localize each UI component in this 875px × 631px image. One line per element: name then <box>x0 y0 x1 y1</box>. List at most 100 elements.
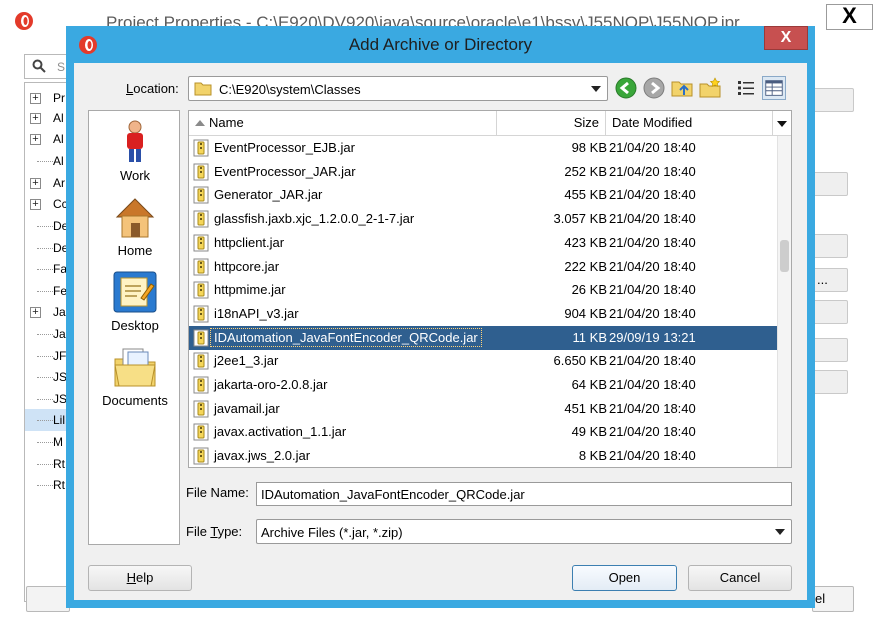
file-row[interactable]: javax.jws_2.0.jar 8 KB 21/04/20 18:40 <box>189 444 777 467</box>
expand-icon[interactable]: + <box>30 199 41 210</box>
tree-item[interactable]: JS <box>25 388 67 410</box>
jar-file-icon <box>193 139 209 157</box>
column-header-size[interactable]: Size <box>497 111 606 136</box>
place-label: Work <box>119 168 151 183</box>
expand-icon[interactable]: + <box>30 307 41 318</box>
file-rows: EventProcessor_EJB.jar 98 KB 21/04/20 18:4… <box>189 136 777 467</box>
dialog-body: Location: C:\E920\system\Classes Work Ho… <box>74 63 807 600</box>
jar-file-icon <box>193 210 209 228</box>
jar-file-icon <box>193 423 209 441</box>
file-name: httpmime.jar <box>214 282 286 298</box>
file-name: javax.activation_1.1.jar <box>214 424 347 440</box>
file-name-input[interactable] <box>256 482 792 506</box>
file-name: i18nAPI_v3.jar <box>214 305 299 321</box>
expand-icon[interactable]: + <box>30 113 41 124</box>
file-size: 455 KB <box>564 187 607 203</box>
new-folder-icon[interactable] <box>698 76 722 100</box>
jar-file-icon <box>193 447 209 465</box>
file-date: 21/04/20 18:40 <box>609 211 696 227</box>
tree-item[interactable]: De <box>25 215 67 237</box>
file-date: 21/04/20 18:40 <box>609 258 696 274</box>
up-folder-icon[interactable] <box>670 76 694 100</box>
tree-item[interactable]: Fa <box>25 258 67 280</box>
bg-category-tree[interactable]: + Pr + Al + Al Al + Ar + Cc De De Fa Fe + Ja J… <box>24 82 68 602</box>
bg-search-placeholder: S <box>57 60 66 74</box>
file-row[interactable]: httpcore.jar 222 KB 21/04/20 18:40 <box>189 255 777 279</box>
tree-item[interactable]: Fe <box>25 280 67 302</box>
tree-item[interactable]: + Ja <box>25 301 67 323</box>
tree-item[interactable]: M <box>25 431 67 453</box>
forward-icon[interactable] <box>642 76 666 100</box>
file-row[interactable]: glassfish.jaxb.xjc_1.2.0.0_2-1-7.jar 3.05… <box>189 207 777 231</box>
file-type-value: Archive Files (*.jar, *.zip) <box>261 525 403 540</box>
expand-icon[interactable]: + <box>30 93 41 104</box>
file-size: 451 KB <box>564 400 607 416</box>
help-button[interactable]: Help <box>88 565 192 591</box>
tree-item[interactable]: + Al <box>25 107 67 129</box>
details-view-icon[interactable] <box>762 76 786 100</box>
dialog-title-bar[interactable]: Add Archive or Directory X <box>66 26 815 62</box>
location-combo[interactable]: C:\E920\system\Classes <box>188 76 608 101</box>
file-row[interactable]: jakarta-oro-2.0.8.jar 64 KB 21/04/20 18:40 <box>189 373 777 397</box>
file-size: 64 KB <box>571 377 607 392</box>
list-view-icon[interactable] <box>734 76 758 100</box>
file-row[interactable]: EventProcessor_EJB.jar 98 KB 21/04/20 18:4… <box>189 136 777 160</box>
place-documents[interactable]: Documents <box>89 339 181 413</box>
documents-icon <box>114 348 156 387</box>
tree-item[interactable]: Al <box>25 150 67 172</box>
file-size: 98 KB <box>571 140 607 155</box>
file-row[interactable]: javamail.jar 451 KB 21/04/20 18:40 <box>189 397 777 421</box>
tree-item[interactable]: JF <box>25 345 67 367</box>
file-list-scrollbar[interactable] <box>777 136 791 467</box>
cancel-button[interactable]: Cancel <box>688 565 792 591</box>
tree-item-selected[interactable]: Lil <box>25 409 67 431</box>
jar-file-icon <box>193 400 209 418</box>
tree-item[interactable]: + Pr <box>25 87 67 109</box>
file-row[interactable]: j2ee1_3.jar 6.650 KB 21/04/20 18:40 <box>189 349 777 373</box>
file-row[interactable]: javax.activation_1.1.jar 49 KB 21/04/20 18… <box>189 420 777 444</box>
bg-cancel-button[interactable]: el <box>812 586 854 612</box>
file-row[interactable]: httpclient.jar 423 KB 21/04/20 18:40 <box>189 231 777 255</box>
file-row[interactable]: i18nAPI_v3.jar 904 KB 21/04/20 18:40 <box>189 302 777 326</box>
file-size: 49 KB <box>571 424 607 440</box>
tree-item[interactable]: + Ar <box>25 172 67 194</box>
bg-side-button[interactable] <box>810 88 854 112</box>
back-icon[interactable] <box>614 76 638 100</box>
place-desktop[interactable]: Desktop <box>89 264 181 338</box>
scrollbar-thumb[interactable] <box>780 240 789 272</box>
tree-item[interactable]: De <box>25 237 67 259</box>
tree-item[interactable]: + Cc <box>25 193 67 215</box>
file-name: httpcore.jar <box>214 258 280 274</box>
dialog-close-button[interactable]: X <box>764 26 808 50</box>
file-size: 6.650 KB <box>553 353 608 369</box>
tree-item[interactable]: Rt <box>25 474 67 496</box>
bg-help-button[interactable] <box>26 586 70 612</box>
file-type-combo[interactable]: Archive Files (*.jar, *.zip) <box>256 519 792 544</box>
file-row[interactable]: Generator_JAR.jar 455 KB 21/04/20 18:40 <box>189 183 777 207</box>
jar-file-icon <box>193 186 209 204</box>
dialog-title: Add Archive or Directory <box>348 35 533 54</box>
file-row[interactable]: httpmime.jar 26 KB 21/04/20 18:40 <box>189 278 777 302</box>
file-name: javax.jws_2.0.jar <box>214 448 311 464</box>
place-label: Home <box>117 243 153 258</box>
file-name: javamail.jar <box>214 400 280 416</box>
column-header-date[interactable]: Date Modified <box>606 111 773 136</box>
place-home[interactable]: Home <box>89 189 181 263</box>
tree-item[interactable]: Ja <box>25 323 67 345</box>
expand-icon[interactable]: + <box>30 178 41 189</box>
bg-close-button[interactable]: X <box>826 4 873 30</box>
file-list[interactable]: Name Size Date Modified EventProcessor_E… <box>188 110 792 468</box>
file-row-selected[interactable]: IDAutomation_JavaFontEncoder_QRCode.jar 1… <box>189 325 777 350</box>
place-work[interactable]: Work <box>89 114 181 188</box>
open-button[interactable]: Open <box>572 565 677 591</box>
location-label: Location: <box>126 81 179 96</box>
add-archive-dialog: Add Archive or Directory X Location: C:\… <box>66 26 815 608</box>
expand-icon[interactable]: + <box>30 134 41 145</box>
column-menu-button[interactable] <box>773 111 791 136</box>
column-header-name[interactable]: Name <box>189 111 497 136</box>
tree-item[interactable]: JS <box>25 366 67 388</box>
file-row[interactable]: EventProcessor_JAR.jar 252 KB 21/04/20 18:… <box>189 160 777 184</box>
tree-item[interactable]: Rt <box>25 453 67 475</box>
file-date: 29/09/19 13:21 <box>609 329 696 345</box>
tree-item[interactable]: + Al <box>25 128 67 150</box>
